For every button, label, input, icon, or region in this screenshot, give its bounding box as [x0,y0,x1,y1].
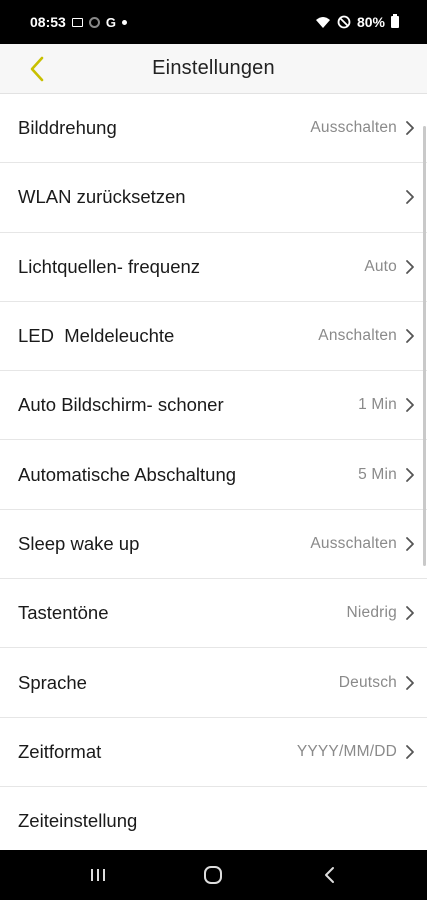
row-label: Sleep wake up [18,532,140,554]
chevron-left-icon [30,56,44,82]
row-label: Lichtquellen- frequenz [18,255,201,277]
settings-screen: Einstellungen Bilddrehung Ausschalten WL… [0,44,427,850]
google-notification-icon: G [105,14,116,30]
clock: 08:53 [30,14,66,30]
chevron-right-icon [403,397,417,413]
system-back-button[interactable] [309,855,349,895]
do-not-disturb-icon [337,15,351,29]
settings-row-led-indicator[interactable]: LED Meldeleuchte Anschalten [0,301,427,372]
battery-percent: 80% [356,14,385,30]
chevron-right-icon [403,467,417,483]
row-label: Tastentöne [18,602,109,624]
row-label: Auto Bildschirm- schoner [18,394,224,416]
chevron-right-icon [403,189,417,205]
wifi-icon [315,16,331,29]
row-right: YYYY/MM/DD [297,743,417,761]
settings-row-key-tones[interactable]: Tastentöne Niedrig [0,579,427,649]
back-button[interactable] [22,54,52,84]
row-right: Ausschalten [310,535,417,553]
row-right: 1 Min [358,396,417,414]
status-left: 08:53 G [30,14,127,30]
chevron-right-icon [403,605,417,621]
home-icon [204,866,223,884]
page-title: Einstellungen [152,57,275,79]
gallery-notification-icon [71,17,83,27]
row-label: WLAN zurücksetzen [18,186,186,208]
settings-row-auto-shutdown[interactable]: Automatische Abschaltung 5 Min [0,440,427,510]
chevron-right-icon [403,536,417,552]
home-button[interactable] [193,855,233,895]
row-right: Ausschalten [310,119,417,137]
chevron-right-icon [403,675,417,691]
row-right: Auto [364,258,417,276]
recents-button[interactable] [78,855,118,895]
row-label: Zeiteinstellung [18,810,138,832]
status-bar: 08:53 G 80% [0,0,427,44]
row-right: Deutsch [339,674,417,692]
row-value: 1 Min [358,396,397,414]
row-right: Anschalten [318,327,417,345]
settings-row-time-setting[interactable]: Zeiteinstellung [0,786,427,850]
scrollbar[interactable] [423,126,426,566]
row-value: Ausschalten [310,534,397,552]
settings-row-time-format[interactable]: Zeitformat YYYY/MM/DD [0,717,427,787]
chevron-right-icon [403,120,417,136]
row-right [397,189,417,205]
status-right: 80% [315,14,399,30]
settings-row-sleep-wake-up[interactable]: Sleep wake up Ausschalten [0,509,427,580]
back-icon [325,867,335,883]
row-label: Automatische Abschaltung [18,463,237,485]
more-notifications-icon [121,19,127,25]
row-value: YYYY/MM/DD [296,742,397,760]
settings-row-image-rotation[interactable]: Bilddrehung Ausschalten [0,94,427,164]
chevron-right-icon [403,328,417,344]
settings-list: Bilddrehung Ausschalten WLAN zurücksetze… [0,94,427,850]
row-right: 5 Min [358,466,417,484]
settings-row-wlan-reset[interactable]: WLAN zurücksetzen [0,163,427,233]
row-label: Sprache [18,671,87,693]
circle-notification-icon [88,16,100,28]
recents-icon [90,869,105,881]
battery-icon [391,14,399,28]
chevron-right-icon [403,744,417,760]
row-value: Ausschalten [310,119,397,137]
row-right: Niedrig [346,604,417,622]
row-label: Bilddrehung [18,117,117,139]
row-value: Deutsch [338,673,397,691]
row-value: Anschalten [318,327,397,345]
row-value: Auto [364,257,397,275]
chevron-right-icon [403,259,417,275]
row-label: LED Meldeleuchte [18,325,175,347]
system-nav-bar [0,850,427,900]
row-label: Zeitformat [18,740,102,762]
row-value: Niedrig [346,604,397,622]
settings-row-screensaver[interactable]: Auto Bildschirm- schoner 1 Min [0,371,427,441]
row-value: 5 Min [358,465,397,483]
app-header: Einstellungen [0,44,427,94]
settings-row-language[interactable]: Sprache Deutsch [0,648,427,718]
settings-row-light-frequency[interactable]: Lichtquellen- frequenz Auto [0,232,427,302]
